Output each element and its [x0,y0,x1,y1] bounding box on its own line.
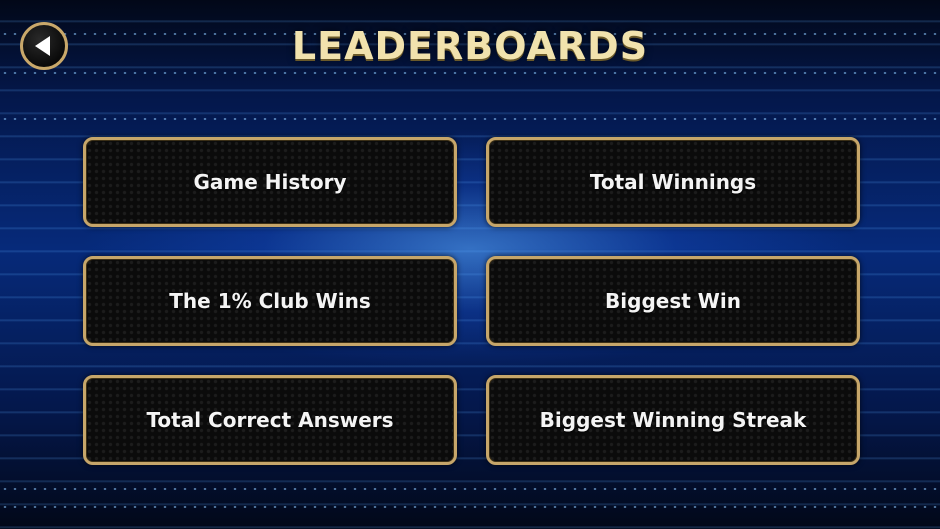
biggest-win-button[interactable]: Biggest Win [486,256,860,346]
button-label: Total Correct Answers [146,408,394,432]
dot-line [0,488,940,490]
game-history-button[interactable]: Game History [83,137,457,227]
button-label: The 1% Club Wins [169,289,371,313]
page-title: LEADERBOARDS [291,24,649,68]
leaderboard-menu: Game History Total Winnings The 1% Club … [83,137,860,465]
button-label: Total Winnings [589,170,757,194]
dot-line [0,506,940,508]
button-label: Game History [193,170,347,194]
dot-line [0,72,940,74]
total-winnings-button[interactable]: Total Winnings [486,137,860,227]
button-label: Biggest Winning Streak [539,408,807,432]
club-wins-button[interactable]: The 1% Club Wins [83,256,457,346]
dot-line [0,118,940,120]
biggest-winning-streak-button[interactable]: Biggest Winning Streak [486,375,860,465]
button-label: Biggest Win [605,289,741,313]
total-correct-answers-button[interactable]: Total Correct Answers [83,375,457,465]
